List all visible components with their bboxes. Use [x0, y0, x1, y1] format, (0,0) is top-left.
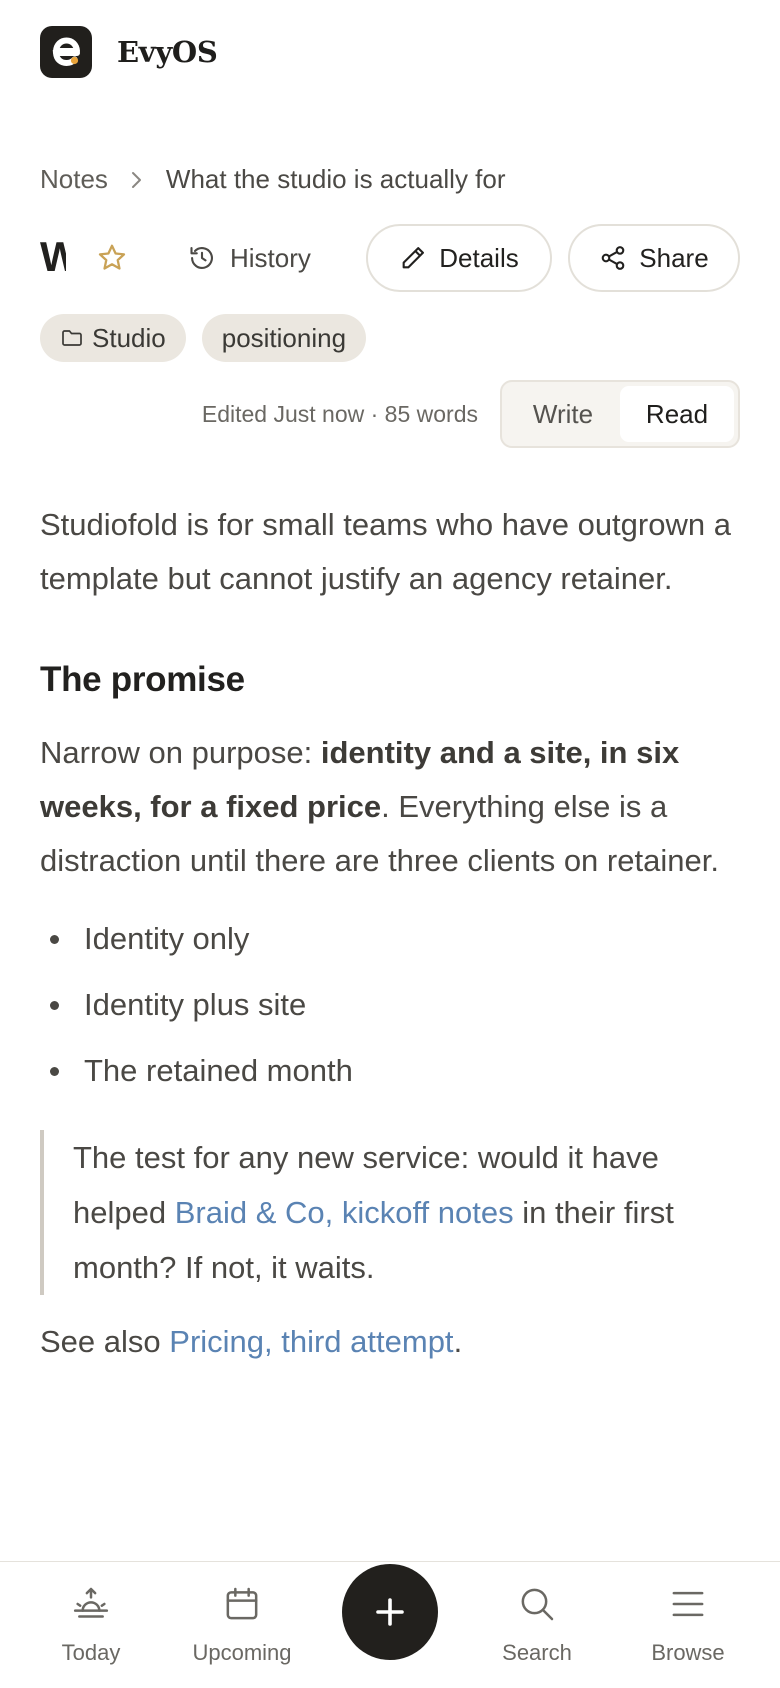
promise-paragraph: Narrow on purpose: identity and a site, …: [40, 726, 740, 888]
breadcrumb-notes[interactable]: Notes: [40, 164, 108, 195]
new-note-button[interactable]: [342, 1564, 438, 1660]
mode-toggle: Write Read: [500, 380, 740, 448]
folder-icon: [62, 330, 82, 346]
nav-upcoming-label: Upcoming: [192, 1640, 292, 1665]
promise-text-start: Narrow on purpose:: [40, 735, 321, 770]
intro-paragraph: Studiofold is for small teams who have o…: [40, 507, 731, 596]
star-icon: [98, 244, 126, 270]
see-also-prefix: See also: [40, 1324, 170, 1359]
note-content: Studiofold is for small teams who have o…: [40, 498, 740, 1369]
sunrise-icon: [73, 1587, 109, 1618]
share-icon: [601, 246, 625, 270]
share-label: Share: [639, 242, 709, 273]
nav-search[interactable]: Search: [472, 1584, 602, 1666]
chevron-right-icon: [130, 170, 144, 190]
mode-write[interactable]: Write: [506, 386, 620, 442]
title-row: What the studio is actually for History …: [40, 224, 740, 292]
tag-list: Studio positioning: [40, 314, 382, 362]
bullet-list: Identity only Identity plus site The ret…: [40, 906, 740, 1104]
calendar-icon: [226, 1587, 258, 1620]
app-logo[interactable]: [40, 26, 92, 78]
favorite-button[interactable]: [92, 238, 132, 278]
mode-read[interactable]: Read: [620, 386, 734, 442]
nav-upcoming[interactable]: Upcoming: [177, 1584, 307, 1666]
search-icon: [521, 1588, 554, 1621]
details-label: Details: [439, 242, 519, 273]
nav-today[interactable]: Today: [26, 1584, 156, 1666]
bottom-nav: Today Upcoming Search Browse: [0, 1561, 780, 1688]
breadcrumb-current: What the studio is actually for: [165, 164, 506, 194]
note-link-pricing[interactable]: Pricing, third attempt: [169, 1324, 453, 1359]
tag-folder-studio[interactable]: Studio: [40, 314, 186, 362]
nav-today-label: Today: [61, 1640, 121, 1665]
pencil-icon: [402, 247, 425, 269]
app-header: EvyOS: [40, 26, 218, 78]
list-item: The retained month: [40, 1038, 740, 1104]
meta-row: Edited Just now · 85 words Write Read: [40, 380, 740, 448]
nav-browse[interactable]: Browse: [623, 1584, 753, 1666]
blockquote: The test for any new service: would it h…: [40, 1130, 740, 1295]
tag-label: Studio: [92, 322, 166, 353]
menu-icon: [672, 1591, 704, 1617]
edit-status: Edited Just now · 85 words: [201, 401, 478, 427]
share-button[interactable]: Share: [568, 224, 740, 292]
history-button[interactable]: History: [188, 238, 311, 278]
nav-browse-label: Browse: [651, 1640, 725, 1665]
page-title[interactable]: What the studio is actually for: [40, 232, 66, 282]
section-heading: The promise: [40, 660, 245, 699]
see-also-suffix: .: [453, 1324, 463, 1359]
nav-search-label: Search: [502, 1640, 572, 1665]
list-item: Identity plus site: [40, 972, 740, 1038]
details-button[interactable]: Details: [366, 224, 552, 292]
tag-label: positioning: [221, 322, 347, 353]
see-also-paragraph: See also Pricing, third attempt.: [40, 1315, 740, 1369]
plus-icon: [376, 1598, 404, 1626]
history-label: History: [230, 242, 311, 273]
note-link-braid[interactable]: Braid & Co, kickoff notes: [175, 1195, 514, 1230]
list-item: Identity only: [40, 906, 740, 972]
history-icon: [190, 247, 213, 269]
tag-positioning[interactable]: positioning: [201, 314, 367, 362]
app-name: EvyOS: [117, 35, 218, 69]
breadcrumb: Notes What the studio is actually for: [40, 164, 506, 195]
